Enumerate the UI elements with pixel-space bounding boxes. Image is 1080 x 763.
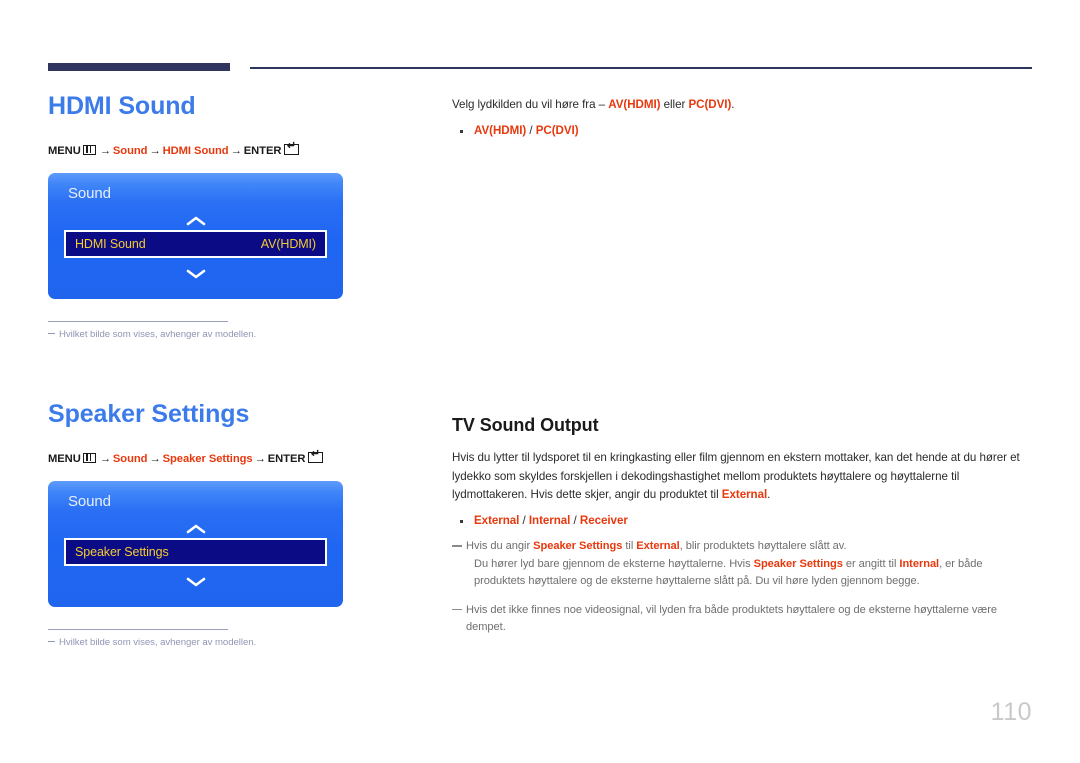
note1-speaker-settings-1: Speaker Settings — [533, 540, 623, 553]
osd-title: Sound — [68, 492, 111, 510]
menu-path-enter-label: ENTER — [267, 452, 306, 465]
bullet-separator-1: / — [519, 514, 529, 528]
enter-return-icon — [308, 449, 324, 463]
bullet-option-external: External — [474, 514, 520, 528]
osd-row-selected[interactable]: HDMI Sound AV(HDMI) — [64, 229, 327, 258]
menu-path-step-1: Sound — [112, 452, 148, 465]
tv-sound-output-note-1: Hvis du angir Speaker Settings til Exter… — [452, 538, 1032, 591]
header-rule-thick — [48, 63, 230, 71]
document-page: HDMI Sound MENU→Sound→HDMI Sound→ENTER S… — [0, 0, 1080, 763]
osd-row-value: AV(HDMI) — [260, 236, 316, 251]
desc-option-pcdvi: PC(DVI) — [688, 98, 732, 111]
bullet-separator: / — [526, 123, 536, 137]
note1-part-1: Hvis du angir — [466, 540, 534, 553]
note1-indented-block: Du hører lyd bare gjennom de eksterne hø… — [466, 556, 1032, 591]
bullet-option-2: PC(DVI) — [535, 123, 579, 137]
hdmi-sound-options-bullet: AV(HDMI) / PC(DVI) — [452, 124, 1032, 137]
tv-sound-output-heading: TV Sound Output — [452, 414, 599, 435]
menu-path-arrow-3: → — [230, 144, 242, 157]
bullet-option-1: AV(HDMI) — [474, 123, 527, 137]
footnote-text-wrapper: Hvilket bilde som vises, avhenger av mod… — [48, 329, 298, 340]
bullet-separator-2: / — [570, 514, 580, 528]
hdmi-sound-description: Velg lydkilden du vil høre fra – AV(HDMI… — [452, 96, 1032, 115]
menu-path-arrow-3: → — [254, 452, 266, 465]
menu-grid-icon — [82, 452, 96, 463]
menu-path-arrow-2: → — [149, 452, 161, 465]
footnote-divider — [48, 320, 228, 323]
menu-path-step-2: Speaker Settings — [162, 452, 253, 465]
right-column: Velg lydkilden du vil høre fra – AV(HDMI… — [452, 96, 1032, 637]
section-title-hdmi-sound: HDMI Sound — [48, 92, 196, 120]
footnote-dash-icon — [48, 640, 55, 643]
note1-part-4: Du hører lyd bare gjennom de eksterne hø… — [474, 557, 754, 570]
tv-sound-output-paragraph: Hvis du lytter til lydsporet til en krin… — [452, 449, 1032, 505]
menu-path-menu-label: MENU — [48, 144, 81, 157]
left-column: HDMI Sound MENU→Sound→HDMI Sound→ENTER S… — [48, 92, 418, 648]
note1-internal: Internal — [899, 557, 940, 570]
menu-path-step-2: HDMI Sound — [162, 144, 229, 157]
chevron-down-icon[interactable] — [48, 576, 343, 591]
menu-path-speaker-settings: MENU → Sound → Speaker Settings → ENTER — [48, 449, 418, 465]
osd-preview-hdmi-sound: Sound HDMI Sound AV(HDMI) — [48, 172, 343, 299]
menu-path-arrow-1: → — [99, 452, 111, 465]
desc-option-avhdmi: AV(HDMI) — [608, 98, 661, 111]
note1-external: External — [636, 540, 680, 553]
menu-path-step-1: Sound — [112, 144, 148, 157]
footnote-hdmi-sound: Hvilket bilde som vises, avhenger av mod… — [48, 320, 298, 340]
footnote-speaker-settings: Hvilket bilde som vises, avhenger av mod… — [48, 628, 298, 648]
menu-grid-icon — [82, 144, 96, 155]
desc-intro-pre: Velg lydkilden du vil høre fra – — [452, 98, 609, 111]
osd-row-label: HDMI Sound — [75, 236, 146, 251]
enter-return-icon — [284, 141, 300, 155]
osd-row-selected[interactable]: Speaker Settings — [64, 537, 327, 566]
bullet-option-receiver: Receiver — [579, 514, 628, 528]
footnote-dash-icon — [48, 332, 55, 335]
section-title-speaker-settings: Speaker Settings — [48, 400, 250, 429]
menu-path-arrow-2: → — [149, 144, 161, 157]
header-rule-thin — [250, 67, 1032, 69]
tv-sound-output-options-bullet: External / Internal / Receiver — [452, 514, 1032, 527]
tv-para-part-2: . — [767, 488, 771, 502]
footnote-text: Hvilket bilde som vises, avhenger av mod… — [59, 637, 257, 649]
note2-text: Hvis det ikke finnes noe videosignal, vi… — [466, 603, 997, 634]
section-speaker-settings: Speaker Settings MENU → Sound → Speaker Sett… — [48, 400, 418, 648]
menu-path-menu-label: MENU — [48, 452, 81, 465]
page-number: 110 — [990, 698, 1032, 726]
tv-para-external: External — [721, 488, 768, 502]
chevron-up-icon[interactable] — [48, 523, 343, 538]
osd-row-label: Speaker Settings — [75, 544, 169, 559]
chevron-up-icon[interactable] — [48, 215, 343, 230]
chevron-down-icon[interactable] — [48, 268, 343, 283]
note1-speaker-settings-2: Speaker Settings — [753, 557, 843, 570]
menu-path-arrow-1: → — [99, 144, 111, 157]
osd-preview-speaker-settings: Sound Speaker Settings — [48, 480, 343, 607]
tv-sound-output-block: TV Sound Output Hvis du lytter til lydsp… — [452, 415, 1032, 637]
note1-part-3: , blir produktets høyttalere slått av. — [679, 540, 847, 553]
footnote-text: Hvilket bilde som vises, avhenger av mod… — [59, 329, 257, 341]
header-rule — [48, 63, 1032, 73]
desc-intro-mid: eller — [660, 98, 689, 111]
tv-sound-output-note-2: Hvis det ikke finnes noe videosignal, vi… — [452, 602, 1032, 637]
note1-part-2: til — [622, 540, 637, 553]
menu-path-hdmi-sound: MENU → Sound → HDMI Sound → ENTER — [48, 141, 418, 157]
osd-title: Sound — [68, 184, 111, 202]
note1-part-5: er angitt til — [842, 557, 900, 570]
menu-path-enter-label: ENTER — [243, 144, 282, 157]
desc-intro-post: . — [731, 98, 735, 111]
bullet-option-internal: Internal — [528, 514, 571, 528]
footnote-divider — [48, 628, 228, 631]
footnote-text-wrapper: Hvilket bilde som vises, avhenger av mod… — [48, 637, 298, 648]
